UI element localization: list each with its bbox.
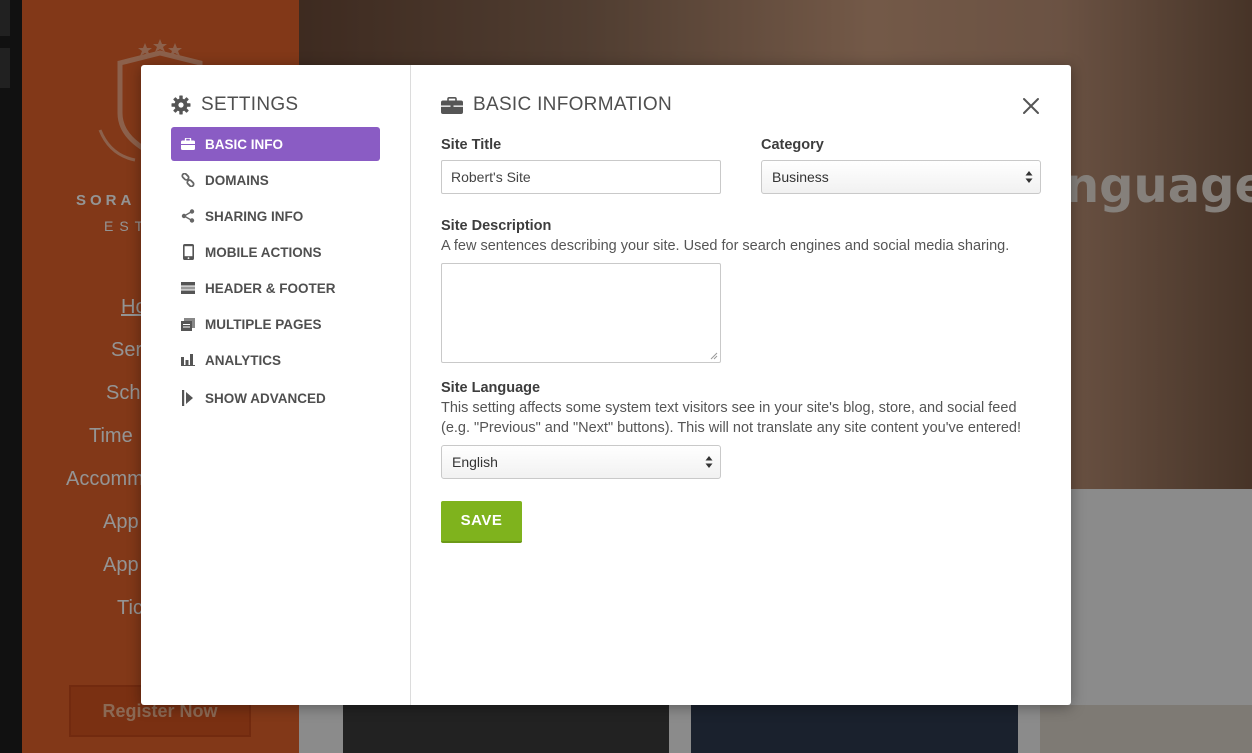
show-advanced-label: SHOW ADVANCED <box>205 390 326 406</box>
briefcase-icon <box>180 136 196 152</box>
site-description-textarea[interactable] <box>441 263 721 363</box>
nav-item-label: MULTIPLE PAGES <box>205 316 322 332</box>
show-advanced-toggle[interactable]: SHOW ADVANCED <box>171 381 380 415</box>
nav-item-basic-info[interactable]: BASIC INFO <box>171 127 380 161</box>
settings-heading: SETTINGS <box>171 94 298 116</box>
nav-item-label: ANALYTICS <box>205 352 282 368</box>
category-label: Category <box>761 137 824 153</box>
settings-nav: BASIC INFO DOMAINS SHARING INFO MOBILE A… <box>171 127 380 417</box>
site-language-value: English <box>452 454 498 470</box>
share-icon <box>180 208 196 224</box>
link-icon <box>180 172 196 188</box>
category-select[interactable]: Business <box>761 160 1041 194</box>
advanced-arrow-icon <box>180 390 196 406</box>
bar-chart-icon <box>180 352 196 368</box>
settings-title: SETTINGS <box>201 94 299 115</box>
nav-item-label: SHARING INFO <box>205 208 304 224</box>
basic-information-panel: BASIC INFORMATION Site Title Robert's Si… <box>411 65 1071 705</box>
nav-item-mobile-actions[interactable]: MOBILE ACTIONS <box>171 235 380 269</box>
nav-item-analytics[interactable]: ANALYTICS <box>171 343 380 377</box>
gear-icon <box>171 95 191 115</box>
site-language-select[interactable]: English <box>441 445 721 479</box>
nav-item-label: BASIC INFO <box>205 136 284 152</box>
settings-modal: SETTINGS BASIC INFO DOMAINS SHARING INFO <box>141 65 1071 705</box>
site-title-input[interactable]: Robert's Site <box>441 160 721 194</box>
site-language-help-line1: This setting affects some system text vi… <box>441 400 1017 416</box>
panel-heading: BASIC INFORMATION <box>441 94 672 116</box>
select-arrows-icon <box>705 456 713 468</box>
panel-title: BASIC INFORMATION <box>473 94 672 115</box>
site-language-help-line2: (e.g. "Previous" and "Next" buttons). Th… <box>441 420 1022 436</box>
pages-icon <box>180 316 196 332</box>
nav-item-sharing-info[interactable]: SHARING INFO <box>171 199 380 233</box>
nav-item-domains[interactable]: DOMAINS <box>171 163 380 197</box>
mobile-icon <box>180 244 196 260</box>
save-button[interactable]: SAVE <box>441 501 522 543</box>
resize-grip-icon[interactable] <box>710 352 718 360</box>
category-value: Business <box>772 169 829 185</box>
nav-item-multiple-pages[interactable]: MULTIPLE PAGES <box>171 307 380 341</box>
briefcase-icon <box>441 96 463 114</box>
nav-item-label: DOMAINS <box>205 172 269 188</box>
site-description-label: Site Description <box>441 218 552 234</box>
site-title-label: Site Title <box>441 137 502 153</box>
site-description-help: A few sentences describing your site. Us… <box>441 238 1010 254</box>
close-icon[interactable] <box>1021 96 1041 116</box>
nav-item-label: HEADER & FOOTER <box>205 280 336 296</box>
select-arrows-icon <box>1025 171 1033 183</box>
settings-sidebar: SETTINGS BASIC INFO DOMAINS SHARING INFO <box>141 65 411 705</box>
nav-item-label: MOBILE ACTIONS <box>205 244 322 260</box>
nav-item-header-footer[interactable]: HEADER & FOOTER <box>171 271 380 305</box>
header-footer-icon <box>180 280 196 296</box>
site-language-label: Site Language <box>441 380 541 396</box>
